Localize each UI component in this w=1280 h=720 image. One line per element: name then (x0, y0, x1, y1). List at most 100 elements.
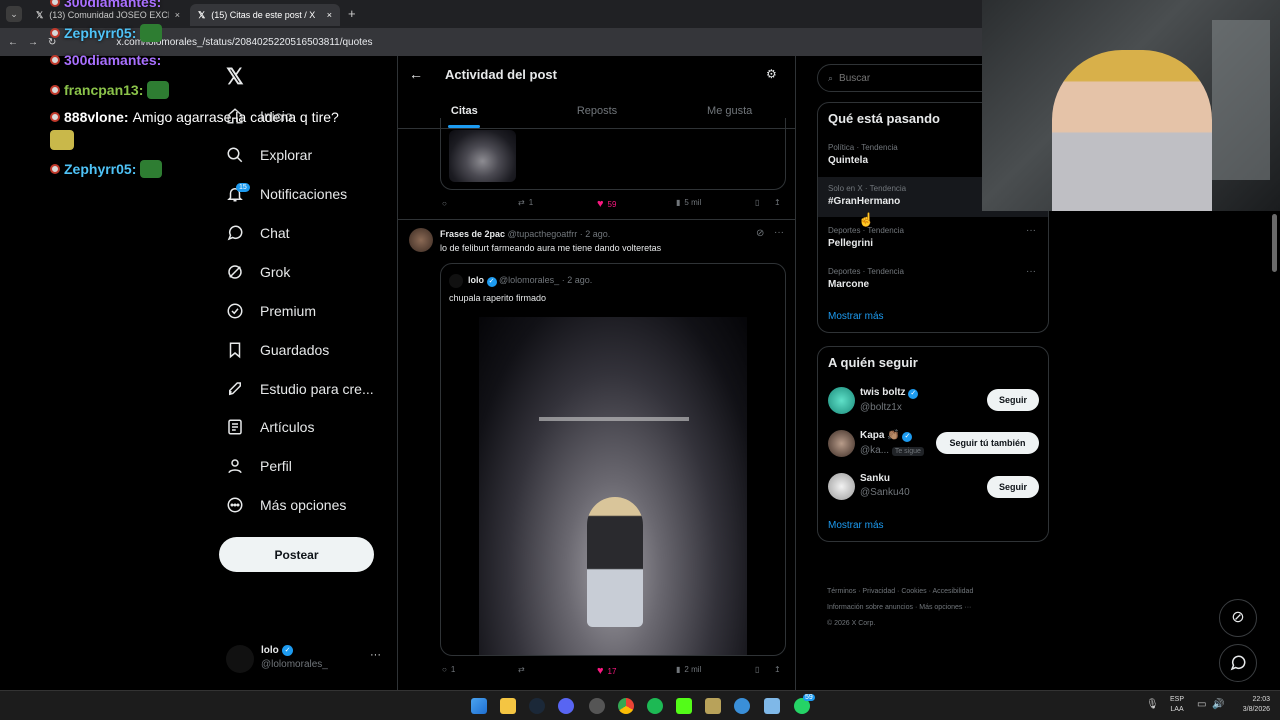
back-arrow-icon[interactable]: ← (409, 66, 423, 82)
footer-link[interactable]: Términos (827, 588, 856, 595)
post-avatar[interactable] (409, 228, 433, 252)
grok-icon[interactable]: ⊘ (756, 228, 764, 239)
nav-more-options[interactable]: Más opciones (226, 490, 346, 520)
post-image[interactable] (449, 130, 516, 182)
post-author[interactable]: Frases de 2pac (440, 229, 505, 239)
spotify-icon[interactable] (647, 698, 663, 714)
x-logo-icon[interactable]: 𝕏 (226, 64, 244, 90)
follow-back-button[interactable]: Seguir tú también (936, 432, 1039, 454)
whatsapp-badge: 59 (803, 694, 815, 701)
nav-creator-studio[interactable]: Estudio para cre... (226, 374, 374, 404)
grok-icon (228, 265, 242, 279)
page-scrollbar[interactable] (1272, 214, 1277, 272)
performer-figure (587, 497, 643, 627)
account-switcher[interactable]: lolo ✓ @lolomorales_ ··· (226, 643, 386, 675)
user-badge-icon (50, 112, 60, 122)
nav-notifications[interactable]: 15 Notificaciones (226, 179, 347, 209)
volume-icon[interactable]: 🔊 (1212, 699, 1224, 710)
share-icon[interactable]: ↥ (774, 198, 781, 207)
follow-button[interactable]: Seguir (987, 389, 1039, 411)
new-tab-button[interactable]: + (348, 6, 356, 21)
nav-chat[interactable]: Chat (226, 218, 290, 248)
chrome-icon[interactable] (618, 698, 634, 714)
file-explorer-icon[interactable] (500, 698, 516, 714)
follow-user-info[interactable]: Sanku @Sanku40 (860, 473, 910, 498)
ccleaner-icon[interactable] (734, 698, 750, 714)
footer-link[interactable]: Más opciones ··· (919, 604, 971, 611)
bookmark-icon[interactable]: ▯ (755, 198, 759, 207)
footer-link[interactable]: Privacidad (862, 588, 895, 595)
follow-user-info[interactable]: twis boltz ✓ @boltz1x (860, 387, 919, 413)
kick-icon[interactable] (676, 698, 692, 714)
trend-item[interactable]: Política · Tendencia Quintela (828, 143, 898, 166)
page-title: Actividad del post (445, 67, 557, 82)
trend-name: Pellegrini (828, 238, 874, 249)
chat-message: 300diamantes: (50, 0, 161, 10)
repost-icon[interactable]: ⇄ (518, 665, 525, 674)
more-icon[interactable]: ··· (774, 227, 784, 238)
show-more-link[interactable]: Mostrar más (828, 520, 884, 531)
nav-bookmarks[interactable]: Guardados (226, 335, 329, 365)
share-icon[interactable]: ↥ (774, 665, 781, 674)
quoted-header: lolo ✓ @lolomorales_ · 2 ago. (468, 275, 592, 287)
app-icon[interactable] (705, 698, 721, 714)
nav-premium[interactable]: Premium (226, 296, 316, 326)
browser-tab-quotes[interactable]: 𝕏 (15) Citas de este post / X × (190, 4, 340, 26)
notepad-icon[interactable] (764, 698, 780, 714)
nav-grok[interactable]: Grok (226, 257, 290, 287)
discord-icon[interactable] (558, 698, 574, 714)
network-icon[interactable]: ▭ (1197, 699, 1206, 710)
trend-item[interactable]: Deportes · Tendencia Pellegrini (828, 226, 904, 249)
follows-you-badge: Te sigue (891, 447, 924, 456)
x-favicon-icon: 𝕏 (198, 9, 206, 20)
more-icon[interactable]: ··· (1026, 266, 1036, 277)
show-more-link[interactable]: Mostrar más (828, 311, 884, 322)
quoted-post-card[interactable]: lolo ✓ @lolomorales_ · 2 ago. chupala ra… (440, 263, 786, 656)
close-tab-icon[interactable]: × (327, 10, 332, 20)
footer-link[interactable]: Accesibilidad (932, 588, 973, 595)
input-language[interactable]: ESP LAA (1170, 695, 1184, 715)
close-tab-icon[interactable]: × (175, 10, 180, 20)
nav-profile[interactable]: Perfil (226, 451, 292, 481)
grok-float-button[interactable]: ⊘ (1219, 599, 1257, 637)
views-button[interactable]: ▮ 5 mil (676, 198, 701, 207)
tab-list-icon[interactable]: ⌄ (6, 6, 22, 22)
steam-icon[interactable] (529, 698, 545, 714)
repost-button[interactable]: ⇄ 1 (518, 198, 533, 207)
avatar[interactable] (828, 387, 855, 414)
concert-photo[interactable] (479, 317, 747, 655)
follow-button[interactable]: Seguir (987, 476, 1039, 498)
nav-articles[interactable]: Artículos (226, 412, 314, 442)
nav-explore[interactable]: Explorar (226, 140, 312, 170)
post-header: Frases de 2pac @tupacthegoatfrr · 2 ago. (440, 229, 610, 239)
views-button[interactable]: ▮ 2 mil (676, 665, 701, 674)
search-input[interactable] (839, 72, 960, 84)
forward-arrow-icon[interactable]: → (28, 37, 38, 48)
app-icon[interactable] (589, 698, 605, 714)
filter-settings-icon[interactable]: ⚙ (766, 67, 777, 81)
bookmark-icon[interactable]: ▯ (755, 665, 759, 674)
account-more-icon[interactable]: ··· (370, 649, 381, 661)
post-button[interactable]: Postear (219, 537, 374, 572)
divider (398, 219, 795, 220)
reply-icon[interactable]: ○ (442, 199, 447, 208)
quoted-text: chupala raperito firmado (449, 293, 547, 303)
quoted-post-card[interactable] (440, 118, 786, 190)
back-arrow-icon[interactable]: ← (8, 37, 18, 48)
avatar[interactable] (828, 473, 855, 500)
like-button[interactable]: ♥ 17 (597, 665, 616, 677)
microphone-icon[interactable]: 🎙 (1146, 699, 1159, 710)
start-windows-icon[interactable] (471, 698, 487, 714)
footer-link[interactable]: Cookies (901, 588, 926, 595)
tab-label: (13) Comunidad JOSEO EXCLUS (49, 10, 168, 20)
trend-item[interactable]: Deportes · Tendencia Marcone (828, 267, 904, 290)
more-icon[interactable]: ··· (1026, 225, 1036, 236)
footer-link[interactable]: Información sobre anuncios (827, 604, 913, 611)
emote-icon (140, 24, 163, 42)
messages-float-button[interactable] (1219, 644, 1257, 682)
follow-user-info[interactable]: Kapa 👏🏽 ✓ @ka... Te sigue (860, 430, 924, 456)
reply-button[interactable]: ○ 1 (442, 665, 455, 674)
avatar[interactable] (828, 430, 855, 457)
like-button[interactable]: ♥ 59 (597, 198, 616, 210)
clock[interactable]: 22:03 3/8/2026 (1234, 695, 1270, 715)
